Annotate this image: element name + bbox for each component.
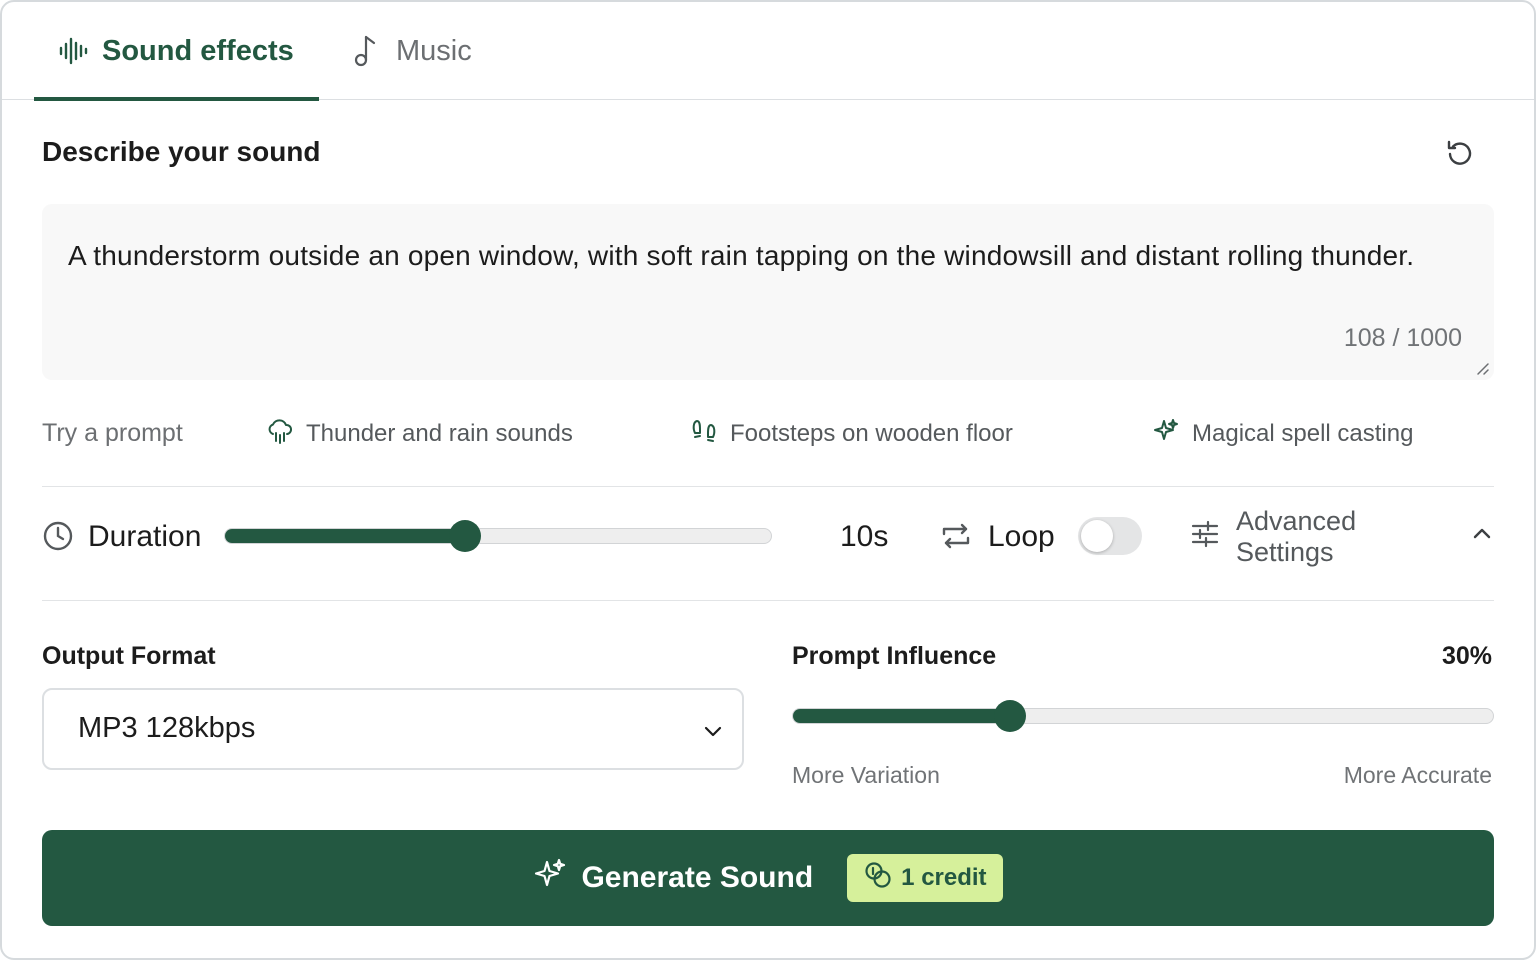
tab-bar: Sound effects Music: [2, 2, 1534, 101]
repeat-icon: [940, 522, 972, 555]
sliders-icon: [1190, 519, 1220, 556]
char-count: 108 / 1000: [1343, 324, 1462, 352]
sound-generator-panel: Sound effects Music Describe your sound …: [0, 0, 1536, 960]
prompt-influence-max-label: More Accurate: [1343, 762, 1492, 788]
music-note-icon: [352, 34, 382, 68]
prompt-influence-slider[interactable]: [792, 700, 1494, 732]
resize-handle-icon[interactable]: [1474, 360, 1490, 376]
loop-toggle[interactable]: [1078, 517, 1142, 555]
prompt-chip-label: Footsteps on wooden floor: [730, 420, 1013, 447]
generate-button-label: Generate Sound: [581, 861, 814, 894]
prompt-influence-slider-thumb[interactable]: [994, 700, 1026, 732]
generate-button-content: Generate Sound 1 credit: [533, 854, 1003, 902]
divider: [42, 600, 1494, 601]
reset-button[interactable]: [1440, 136, 1480, 176]
duration-slider-fill: [225, 529, 466, 543]
section-title: Describe your sound: [42, 136, 321, 167]
output-format-label: Output Format: [42, 642, 216, 670]
duration-value: 10s: [840, 520, 889, 553]
loop-label: Loop: [988, 520, 1055, 553]
prompt-chip-thunder[interactable]: Thunder and rain sounds: [266, 414, 573, 454]
duration-label: Duration: [88, 520, 202, 553]
try-prompt-label: Try a prompt: [42, 419, 183, 447]
output-format-value: MP3 128kbps: [78, 712, 256, 744]
generate-sound-button[interactable]: Generate Sound 1 credit: [42, 830, 1494, 926]
waveform-icon: [58, 36, 88, 66]
reset-icon: [1444, 138, 1476, 175]
prompt-chip-label: Thunder and rain sounds: [306, 420, 573, 447]
chevron-down-icon: [702, 720, 724, 747]
advanced-settings-toggle[interactable]: Advanced Settings: [1190, 506, 1494, 567]
tab-music-label: Music: [396, 34, 472, 67]
prompt-textarea[interactable]: A thunderstorm outside an open window, w…: [42, 204, 1494, 380]
prompt-chip-label: Magical spell casting: [1192, 420, 1414, 447]
prompt-influence-label: Prompt Influence: [792, 642, 997, 670]
sparkles-icon: [533, 857, 567, 899]
advanced-settings-label: Advanced Settings: [1236, 506, 1357, 567]
cloud-rain-icon: [266, 417, 294, 452]
credit-badge: 1 credit: [847, 854, 1003, 902]
credit-label: 1 credit: [901, 864, 987, 891]
prompt-influence-value: 30%: [1441, 642, 1492, 670]
try-prompt-row: Try a prompt Thunder and rain sounds Foo…: [42, 414, 1494, 454]
output-format-select[interactable]: MP3 128kbps: [42, 688, 744, 770]
prompt-influence-slider-fill: [793, 709, 1010, 723]
duration-slider[interactable]: [224, 520, 772, 552]
duration-slider-thumb[interactable]: [449, 520, 482, 552]
tab-sound-effects[interactable]: Sound effects: [34, 2, 319, 101]
prompt-chip-magic[interactable]: Magical spell casting: [1152, 414, 1413, 454]
footprints-icon: [690, 417, 718, 452]
duration-controls: Duration 10s Loop Advanced Settings: [42, 506, 1494, 567]
loop-toggle-knob: [1081, 520, 1113, 552]
prompt-influence-min-label: More Variation: [792, 762, 940, 788]
clock-icon: [42, 520, 74, 557]
sparkles-icon: [1152, 417, 1180, 452]
prompt-chip-footsteps[interactable]: Footsteps on wooden floor: [690, 414, 1013, 454]
prompt-text[interactable]: A thunderstorm outside an open window, w…: [68, 232, 1448, 280]
chevron-up-icon: [1470, 522, 1494, 553]
active-tab-indicator: [34, 97, 319, 101]
divider: [42, 486, 1494, 487]
tab-music[interactable]: Music: [352, 2, 472, 100]
tab-sound-effects-label: Sound effects: [102, 34, 294, 67]
coins-icon: [863, 860, 893, 897]
